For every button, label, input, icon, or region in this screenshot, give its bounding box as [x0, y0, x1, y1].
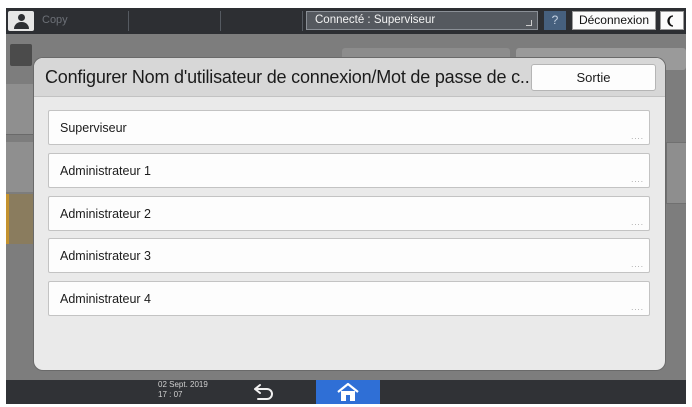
user-row-label: Administrateur 1: [60, 164, 152, 178]
background-side-item: [6, 84, 34, 135]
login-credentials-dialog: Configurer Nom d'utilisateur de connexio…: [34, 58, 665, 370]
exit-button[interactable]: Sortie: [531, 64, 656, 91]
background-side-item: [6, 194, 34, 244]
user-row-label: Administrateur 4: [60, 292, 152, 306]
user-icon[interactable]: [8, 11, 34, 31]
more-indicator-icon: ....: [631, 218, 644, 227]
more-indicator-icon: ....: [631, 260, 644, 269]
top-status-bar: Copy Connecté : Superviseur ? Déconnexio…: [6, 8, 686, 34]
more-indicator-icon: ....: [631, 132, 644, 141]
energy-saver-button[interactable]: [660, 11, 684, 30]
home-button[interactable]: [316, 380, 380, 404]
user-row-superviseur[interactable]: Superviseur ....: [48, 110, 650, 145]
moon-icon: [667, 15, 674, 27]
home-icon: [337, 382, 359, 401]
app-label: Copy: [42, 14, 68, 26]
more-indicator-icon: ....: [631, 175, 644, 184]
date-text: 02 Sept. 2019: [158, 380, 208, 389]
user-row-administrateur-2[interactable]: Administrateur 2 ....: [48, 196, 650, 231]
expand-corner-icon: [526, 20, 532, 26]
dialog-title: Configurer Nom d'utilisateur de connexio…: [45, 67, 535, 87]
background-side-item: [6, 142, 34, 192]
login-status-text: Connecté : Superviseur: [315, 14, 436, 26]
more-indicator-icon: ....: [631, 303, 644, 312]
user-row-label: Administrateur 3: [60, 249, 152, 263]
settings-tool-icon: [10, 44, 32, 66]
user-row-administrateur-1[interactable]: Administrateur 1 ....: [48, 153, 650, 188]
help-button[interactable]: ?: [544, 11, 566, 30]
back-arrow-icon: [254, 384, 273, 400]
bottom-bar: 02 Sept. 2019 17 : 07: [6, 380, 686, 404]
user-row-label: Superviseur: [60, 121, 127, 135]
time-text: 17 : 07: [158, 390, 183, 399]
logout-button[interactable]: Déconnexion: [572, 11, 656, 30]
dialog-header: Configurer Nom d'utilisateur de connexio…: [34, 58, 665, 97]
login-status-field[interactable]: Connecté : Superviseur: [306, 11, 538, 30]
device-screen: Copy Connecté : Superviseur ? Déconnexio…: [6, 8, 686, 404]
date-time: 02 Sept. 2019 17 : 07: [158, 380, 208, 400]
background-panel: [666, 142, 686, 204]
user-row-label: Administrateur 2: [60, 207, 152, 221]
user-row-administrateur-4[interactable]: Administrateur 4 ....: [48, 281, 650, 316]
user-row-administrateur-3[interactable]: Administrateur 3 ....: [48, 238, 650, 273]
back-button[interactable]: [242, 381, 282, 403]
